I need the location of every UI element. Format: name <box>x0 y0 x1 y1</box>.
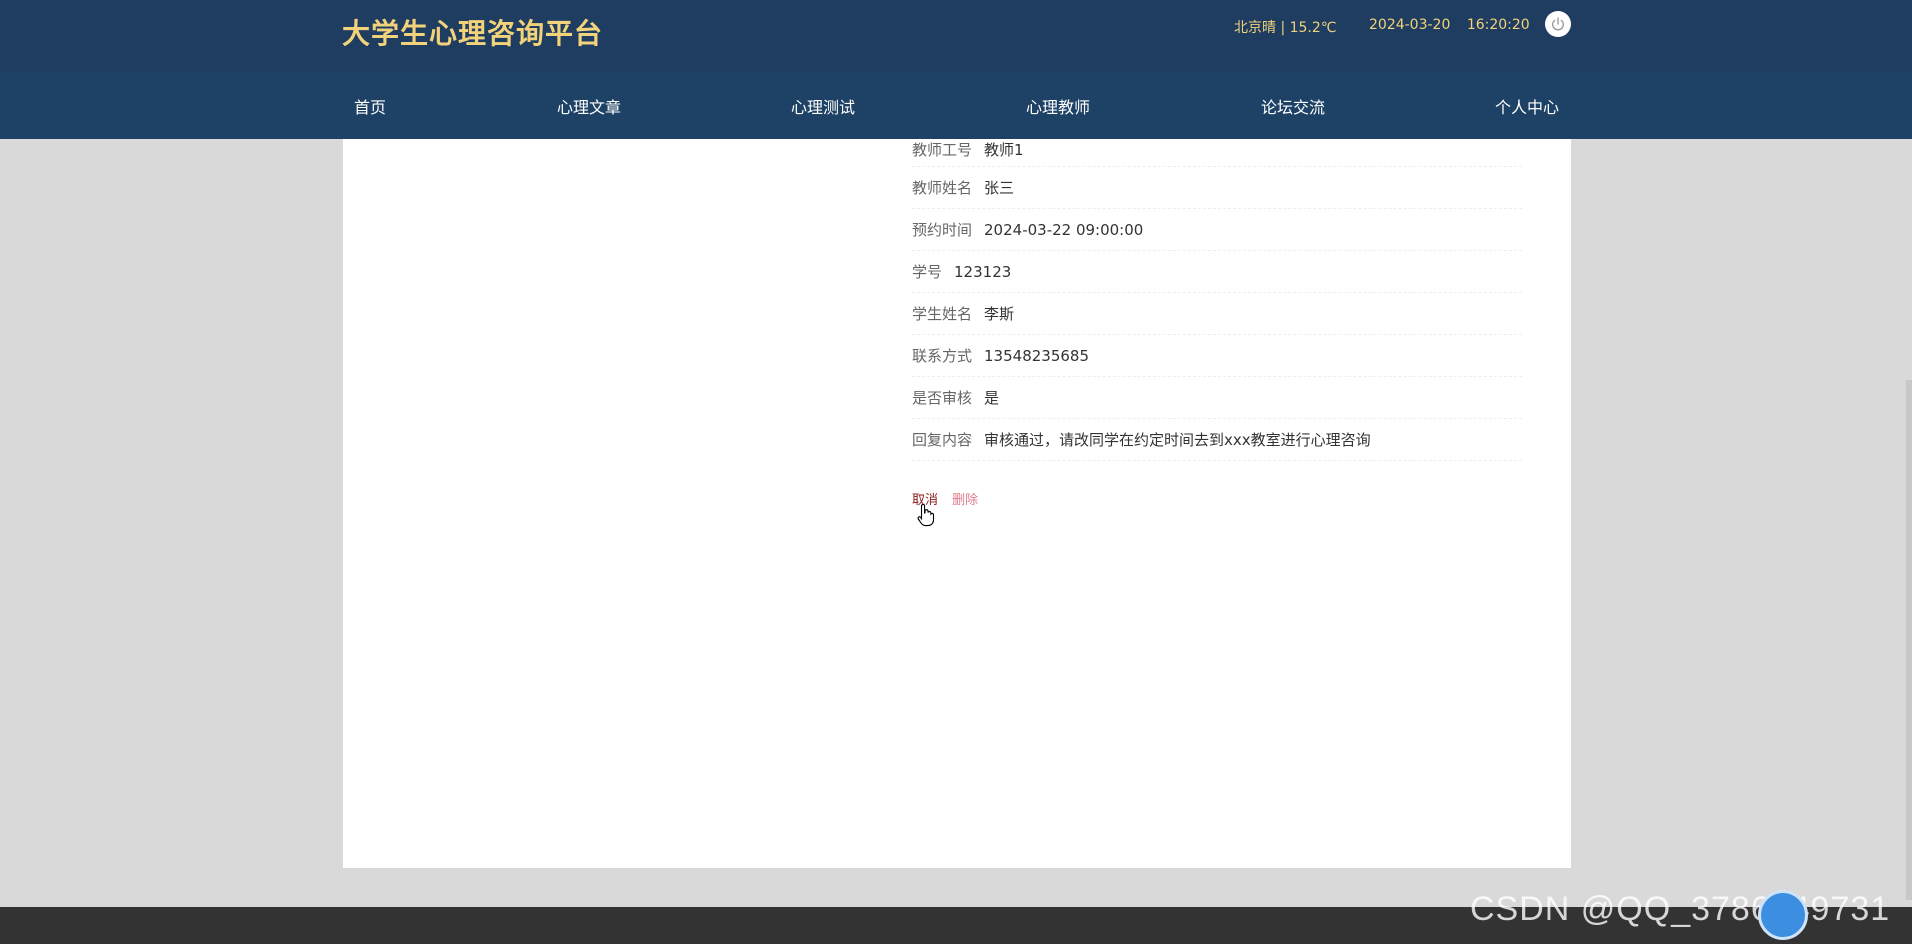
appointment-detail-card: 教师工号 教师1 教师姓名 张三 预约时间 2024-03-22 09:00:0… <box>343 139 1571 868</box>
detail-label: 教师姓名 <box>912 179 973 197</box>
logout-button[interactable] <box>1545 11 1571 37</box>
detail-label: 预约时间 <box>912 221 973 239</box>
power-icon <box>1552 17 1564 31</box>
detail-value: 是 <box>984 389 1000 407</box>
hand-cursor-icon <box>917 503 935 527</box>
nav-item-home[interactable]: 首页 <box>354 94 386 118</box>
site-title[interactable]: 大学生心理咨询平台 <box>342 12 603 52</box>
detail-value: 李斯 <box>984 305 1015 323</box>
detail-list: 教师工号 教师1 教师姓名 张三 预约时间 2024-03-22 09:00:0… <box>912 139 1522 461</box>
detail-row-student-name: 学生姓名 李斯 <box>912 293 1522 335</box>
detail-value: 123123 <box>954 262 1012 281</box>
detail-row-teacher-id: 教师工号 教师1 <box>912 139 1522 167</box>
page: 大学生心理咨询平台 北京晴 | 15.2℃ 2024-03-20 16:20:2… <box>0 0 1912 944</box>
detail-label: 联系方式 <box>912 347 973 365</box>
detail-label: 是否审核 <box>912 389 973 407</box>
current-time: 16:20:20 <box>1466 17 1530 33</box>
detail-label: 学生姓名 <box>912 305 973 323</box>
detail-value: 张三 <box>984 179 1015 197</box>
delete-link[interactable]: 删除 <box>952 493 978 508</box>
detail-row-appointment-time: 预约时间 2024-03-22 09:00:00 <box>912 209 1522 251</box>
nav-item-profile[interactable]: 个人中心 <box>1495 94 1559 118</box>
datetime-readout: 2024-03-20 16:20:20 <box>1369 17 1542 33</box>
detail-row-reviewed: 是否审核 是 <box>912 377 1522 419</box>
detail-value: 2024-03-22 09:00:00 <box>984 220 1144 239</box>
detail-value: 教师1 <box>984 141 1024 159</box>
detail-value: 审核通过，请改同学在约定时间去到xxx教室进行心理咨询 <box>984 431 1371 449</box>
current-date: 2024-03-20 <box>1369 17 1451 33</box>
header-bar: 大学生心理咨询平台 北京晴 | 15.2℃ 2024-03-20 16:20:2… <box>0 0 1912 72</box>
nav-item-teachers[interactable]: 心理教师 <box>1026 94 1090 118</box>
detail-row-contact: 联系方式 13548235685 <box>912 335 1522 377</box>
detail-row-student-id: 学号 123123 <box>912 251 1522 293</box>
scrollbar[interactable] <box>1906 380 1912 900</box>
detail-label: 学号 <box>912 263 943 281</box>
main-nav: 首页 心理文章 心理测试 心理教师 论坛交流 个人中心 <box>0 72 1912 139</box>
watermark: CSDN @QQ_3786649731 <box>1470 890 1891 928</box>
detail-row-teacher-name: 教师姓名 张三 <box>912 167 1522 209</box>
nav-item-articles[interactable]: 心理文章 <box>557 94 621 118</box>
floating-assistant-button[interactable] <box>1758 890 1808 940</box>
detail-label: 教师工号 <box>912 141 973 159</box>
detail-row-reply: 回复内容 审核通过，请改同学在约定时间去到xxx教室进行心理咨询 <box>912 419 1522 461</box>
weather-readout: 北京晴 | 15.2℃ <box>1234 20 1337 36</box>
detail-value: 13548235685 <box>984 346 1089 365</box>
detail-label: 回复内容 <box>912 431 973 449</box>
nav-item-forum[interactable]: 论坛交流 <box>1261 94 1325 118</box>
nav-item-tests[interactable]: 心理测试 <box>791 94 855 118</box>
